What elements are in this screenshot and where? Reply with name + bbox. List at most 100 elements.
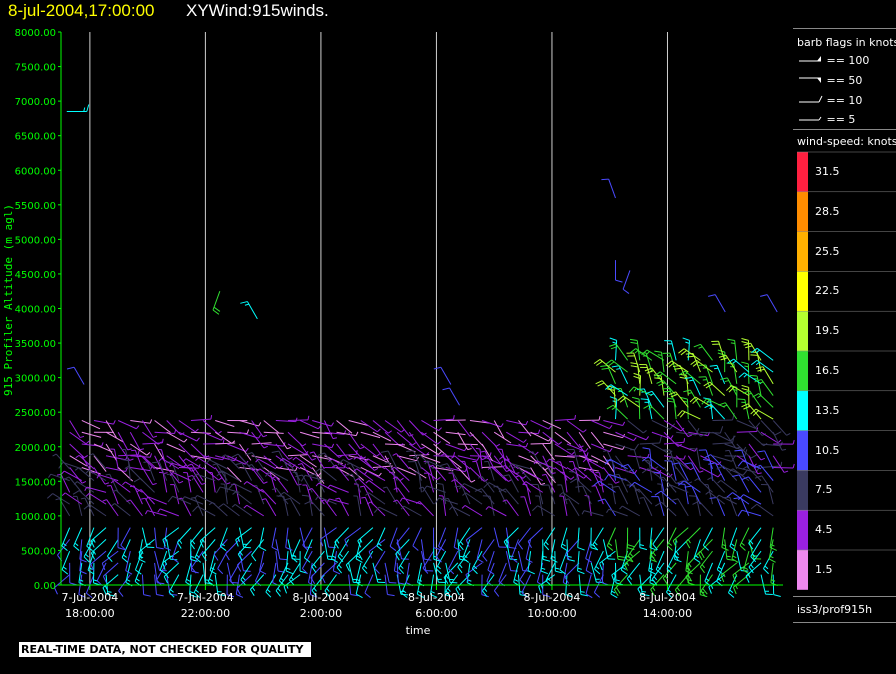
colorbar-label: 1.5 [815,562,833,576]
barb-half-flag [784,470,789,473]
barb-half-flag [792,440,795,445]
y-tick-label: 2000.00 [15,443,56,454]
barb-half-flag [729,589,734,594]
barb-flag [152,461,160,464]
colorbar-label: 19.5 [815,324,840,338]
barb-flag [732,587,737,595]
barb-shaft [445,419,466,421]
plot-datetime: 8-jul-2004,17:00:00 [8,1,155,20]
barb-shaft [712,419,733,421]
barb-legend-item-50: == 50 [797,74,862,87]
colorbar-title: wind-speed: knots [797,135,896,148]
barb-flag [236,588,241,596]
divider [793,596,896,597]
colorbar-swatch [797,510,808,550]
full-barb-icon [799,95,823,103]
pennant-barb-icon [799,77,821,83]
barb-half-flag [730,342,736,344]
barb-half-flag [710,584,714,589]
barb-half-flag [52,453,57,457]
y-tick-label: 6000.00 [15,166,56,177]
y-tick-label: 4000.00 [15,305,56,316]
plot-area [61,32,783,585]
x-tick-label-time: 14:00:00 [643,607,692,620]
barb-flag [594,592,601,598]
barb-legend-label: == 50 [826,74,863,87]
y-tick-label: 3500.00 [15,339,56,350]
plot-title: XYWind:915winds. [186,1,329,20]
y-tick-label: 5500.00 [15,201,56,212]
barb-shaft [530,442,551,445]
barb-flag [143,594,151,597]
x-tick-label-date: 8-Jul-2004 [639,591,696,604]
barb-flag [708,586,712,594]
barb-half-flag [361,496,366,499]
barb-flag [265,591,272,598]
y-tick-label: 6500.00 [15,132,56,143]
x-tick-label-date: 8-Jul-2004 [293,591,350,604]
colorbar-swatch [797,231,808,272]
x-tick-label-date: 8-Jul-2004 [408,591,465,604]
colorbar-swatch [797,311,808,351]
x-tick-label-date: 8-Jul-2004 [524,591,581,604]
barb-half-flag [106,484,112,487]
barb-shaft [773,466,794,469]
barb-flag [734,449,742,452]
barb-shaft [566,455,587,457]
barb-half-flag [786,432,791,436]
wind-barb [457,443,478,446]
colorbar-swatch [797,152,808,192]
colorbar-label: 10.5 [815,443,840,457]
barb-half-flag [266,588,271,593]
y-tick-label: 5000.00 [15,235,56,246]
barb-half-flag [780,461,783,467]
barb-half-flag [713,367,719,370]
barb-flag [688,495,697,497]
barb-half-flag [726,555,731,558]
barb-flag [728,592,735,598]
barb-half-flag [277,587,281,592]
barb-flag [640,398,649,400]
barb-flag [236,593,244,598]
colorbar-label: 31.5 [815,164,840,178]
pennant-barb-icon [799,56,821,62]
y-tick-label: 3000.00 [15,374,56,385]
barb-legend-label: == 10 [826,94,863,107]
barb-flag [249,589,255,596]
barb-half-flag [56,473,62,476]
barb-half-flag [725,449,730,452]
barb-flag [601,178,609,181]
y-tick-label: 1500.00 [15,477,56,488]
colorbar-swatch [797,271,808,312]
barb-half-flag [580,591,585,593]
barb-legend-label: == 100 [826,54,870,67]
barb-flag [283,586,288,594]
half-barb-icon [799,116,822,121]
wind-barb [445,419,466,421]
barb-flag [387,593,395,597]
x-tick-label-time: 22:00:00 [181,607,230,620]
barb-half-flag [457,586,461,591]
barb-legend-item-5: == 5 [797,113,855,126]
colorbar-label: 28.5 [815,204,840,218]
colorbar-label: 4.5 [815,523,833,537]
barb-legend: barb flags in knots == 100 == 50 == 10 =… [793,28,896,130]
colorbar-label: 16.5 [815,363,840,377]
barb-half-flag [170,589,174,593]
source-id: iss3/prof915h [797,603,873,616]
colorbar-swatch [797,191,808,232]
x-tick-label-time: 6:00:00 [415,607,457,620]
colorbar-label: 25.5 [815,244,840,258]
x-tick-label-date: 7-Jul-2004 [177,591,234,604]
barb-legend-title: barb flags in knots [797,36,896,49]
barb-flag [750,354,758,356]
y-tick-label: 1000.00 [15,512,56,523]
barb-half-flag [475,447,481,450]
barb-half-flag [735,585,738,590]
barb-half-flag [55,498,60,501]
barb-legend-item-10: == 10 [797,94,862,107]
y-tick-label: 8000.00 [15,28,56,39]
barb-half-flag [639,497,644,499]
barb-legend-item-100: == 100 [797,54,869,67]
barb-flag [493,590,500,597]
